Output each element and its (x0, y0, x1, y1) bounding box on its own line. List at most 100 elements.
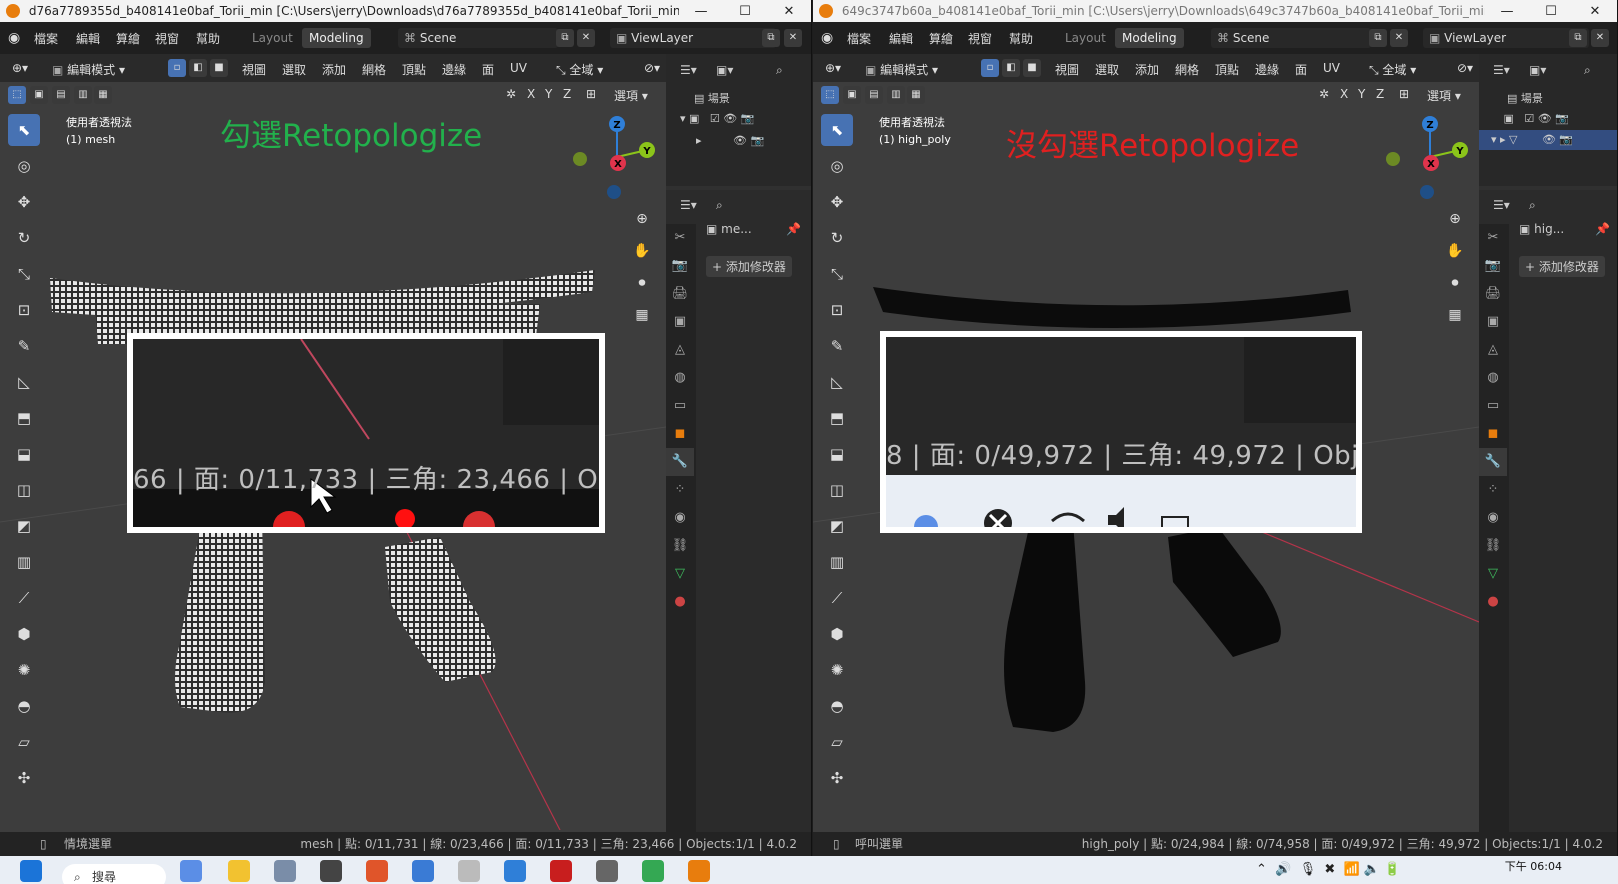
zoom-icon[interactable]: ⊕ (1443, 207, 1467, 231)
mirror-x-toggle[interactable]: X (527, 87, 535, 101)
loop-cut-tool-icon[interactable]: ▥ (821, 546, 853, 578)
task-view-icon[interactable] (180, 860, 202, 882)
orientation-selector[interactable]: ⤡ 全域 ▾ (1369, 61, 1416, 78)
collection-row[interactable]: ▾ ▣ ☑ 👁 📷 (680, 112, 754, 125)
workspace-tab-modeling[interactable]: Modeling (302, 28, 371, 48)
select-box-tool-icon[interactable]: ⬉ (8, 114, 40, 146)
new-view-layer-icon[interactable]: ⧉ (1569, 29, 1587, 47)
spin-tool-icon[interactable]: ✺ (8, 654, 40, 686)
menu-window[interactable]: 視窗 (968, 30, 992, 47)
pin-icon[interactable]: 📌 (1595, 222, 1610, 236)
view-layer-selector[interactable]: ▣ ViewLayer (610, 28, 776, 48)
mirror-y-toggle[interactable]: Y (1358, 87, 1365, 101)
shear-tool-icon[interactable]: ▱ (821, 726, 853, 758)
menu-window[interactable]: 視窗 (155, 30, 179, 47)
rotate-tool-icon[interactable]: ↻ (8, 222, 40, 254)
face-select-icon[interactable]: ■ (210, 59, 228, 77)
scene-tab-icon[interactable]: ◬ (666, 336, 694, 364)
app-icon-4[interactable] (596, 860, 618, 882)
zoom-icon[interactable]: ⊕ (630, 207, 654, 231)
properties-type-icon[interactable]: ☰▾ (1493, 198, 1510, 212)
select-subtract-icon[interactable]: ▤ (52, 86, 70, 104)
scale-tool-icon[interactable]: ⤡ (8, 258, 40, 290)
move-tool-icon[interactable]: ✥ (8, 186, 40, 218)
workspace-tab-modeling[interactable]: Modeling (1115, 28, 1184, 48)
video-editor-icon[interactable] (320, 860, 342, 882)
navigation-gizmo[interactable]: Z Y X (572, 112, 662, 202)
menu-face[interactable]: 面 (1295, 61, 1307, 78)
modifier-tab-icon[interactable]: 🔧 (1479, 448, 1507, 476)
mirror-y-toggle[interactable]: Y (545, 87, 552, 101)
grid-toggle-icon[interactable]: ▦ (630, 303, 654, 327)
scene-collection-row[interactable]: ▤ 場景 (694, 90, 730, 106)
vertex-select-icon[interactable]: ▫ (981, 59, 999, 77)
symmetry-icon[interactable]: ⊞ (1399, 87, 1409, 101)
blender-menu-icon[interactable]: ◉ (8, 30, 24, 46)
editor-type-icon[interactable]: ⊕▾ (12, 61, 28, 75)
face-select-icon[interactable]: ■ (1023, 59, 1041, 77)
menu-select[interactable]: 選取 (282, 61, 306, 78)
title-bar[interactable]: d76a7789355d_b408141e0baf_Torii_min [C:\… (0, 0, 811, 22)
select-box-mode-icon[interactable]: ⬚ (8, 86, 26, 104)
file-explorer-icon[interactable] (228, 860, 250, 882)
new-scene-icon[interactable]: ⧉ (1369, 29, 1387, 47)
edge-select-icon[interactable]: ◧ (1002, 59, 1020, 77)
minimize-button[interactable]: — (1485, 1, 1529, 22)
properties-search-icon[interactable]: ⌕ (716, 198, 723, 213)
delete-scene-icon[interactable]: ✕ (1390, 29, 1408, 47)
add-modifier-button[interactable]: + 添加修改器 (706, 256, 792, 277)
particles-tab-icon[interactable]: ⁘ (1479, 476, 1507, 504)
collection-tab-icon[interactable]: ▭ (666, 392, 694, 420)
snap-icon[interactable]: ⊘▾ (1457, 61, 1473, 75)
menu-edit[interactable]: 編輯 (76, 30, 100, 47)
delete-view-layer-icon[interactable]: ✕ (784, 29, 802, 47)
title-bar[interactable]: 649c3747b60a_b408141e0baf_Torii_min [C:\… (813, 0, 1617, 22)
data-tab-icon[interactable]: ▽ (666, 560, 694, 588)
app-icon-2[interactable] (504, 860, 526, 882)
transform-tool-icon[interactable]: ⊡ (8, 294, 40, 326)
inset-tool-icon[interactable]: ◫ (821, 474, 853, 506)
outliner-search-icon[interactable]: ⌕ (1584, 63, 1591, 78)
menu-file[interactable]: 檔案 (847, 30, 871, 47)
select-extend-icon[interactable]: ▣ (30, 86, 48, 104)
measure-tool-icon[interactable]: ◺ (821, 366, 853, 398)
mode-selector[interactable]: ▣ 編輯模式 ▾ (52, 61, 125, 78)
options-dropdown[interactable]: 選項 ▾ (1427, 87, 1461, 104)
move-tool-icon[interactable]: ✥ (821, 186, 853, 218)
properties-search-icon[interactable]: ⌕ (1529, 198, 1536, 213)
menu-render[interactable]: 算繪 (929, 30, 953, 47)
material-tab-icon[interactable]: ● (666, 588, 694, 616)
view-layer-tab-icon[interactable]: ▣ (1479, 308, 1507, 336)
collection-row[interactable]: ▣ ☑ 👁 📷 (1493, 112, 1568, 125)
menu-add[interactable]: 添加 (322, 61, 346, 78)
bevel-tool-icon[interactable]: ◩ (821, 510, 853, 542)
symmetry-icon[interactable]: ⊞ (586, 87, 596, 101)
pan-hand-icon[interactable]: ✋ (1443, 239, 1467, 263)
camera-view-icon[interactable]: ⏺ (1443, 271, 1467, 295)
add-modifier-button[interactable]: + 添加修改器 (1519, 256, 1605, 277)
grid-toggle-icon[interactable]: ▦ (1443, 303, 1467, 327)
transform-tool-icon[interactable]: ⊡ (821, 294, 853, 326)
blender-taskbar-icon[interactable] (688, 860, 710, 882)
constraints-tab-icon[interactable]: ⛓ (1479, 532, 1507, 560)
cursor-tool-icon[interactable]: ◎ (8, 150, 40, 182)
options-dropdown[interactable]: 選項 ▾ (614, 87, 648, 104)
delete-scene-icon[interactable]: ✕ (577, 29, 595, 47)
app-icon-1[interactable] (458, 860, 480, 882)
scale-tool-icon[interactable]: ⤡ (821, 258, 853, 290)
menu-uv[interactable]: UV (510, 61, 527, 75)
physics-tab-icon[interactable]: ◉ (666, 504, 694, 532)
taskbar-clock[interactable]: 下午 06:04 (1505, 858, 1562, 874)
modifier-tab-icon[interactable]: 🔧 (666, 448, 694, 476)
orientation-selector[interactable]: ⤡ 全域 ▾ (556, 61, 603, 78)
pan-hand-icon[interactable]: ✋ (630, 239, 654, 263)
outliner-type-icon[interactable]: ☰▾ (680, 63, 697, 77)
output-tab-icon[interactable]: 🖨 (1479, 280, 1507, 308)
rip-tool-icon[interactable]: ✣ (8, 762, 40, 794)
knife-tool-icon[interactable]: ⟋ (821, 582, 853, 614)
menu-mesh[interactable]: 網格 (362, 61, 386, 78)
tool-tab-icon[interactable]: ✂ (666, 224, 694, 252)
mode-selector[interactable]: ▣ 編輯模式 ▾ (865, 61, 938, 78)
select-intersect-icon[interactable]: ▦ (94, 86, 112, 104)
minimize-button[interactable]: — (679, 1, 723, 22)
